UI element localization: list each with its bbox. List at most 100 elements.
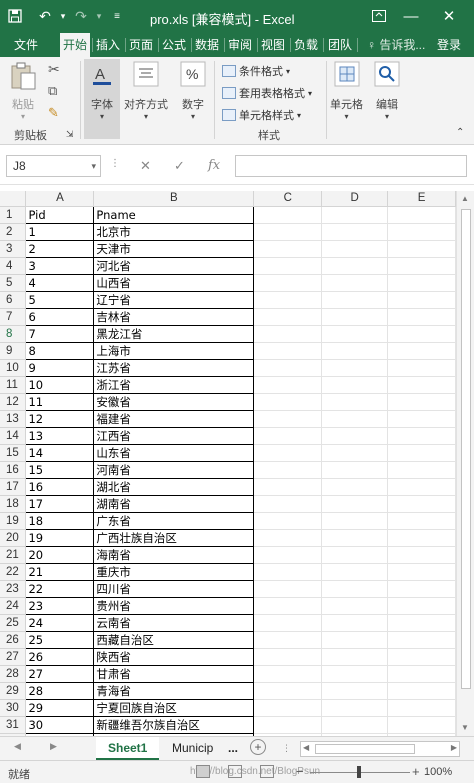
empty-cell[interactable]: [253, 444, 323, 462]
tab-formulas[interactable]: 公式: [160, 33, 188, 57]
cell-pname[interactable]: 辽宁省: [93, 291, 255, 309]
empty-cell[interactable]: [321, 665, 389, 683]
save-icon[interactable]: [6, 7, 24, 25]
cell-pname[interactable]: 天津市: [93, 240, 255, 258]
row-header[interactable]: 2: [0, 223, 27, 241]
format-painter-icon[interactable]: ✎: [48, 105, 59, 121]
cell-pid[interactable]: 17: [25, 495, 95, 513]
row-header[interactable]: 3: [0, 240, 27, 258]
empty-cell[interactable]: [321, 478, 389, 496]
empty-cell[interactable]: [253, 682, 323, 700]
empty-cell[interactable]: [253, 291, 323, 309]
empty-cell[interactable]: [321, 308, 389, 326]
empty-cell[interactable]: [387, 257, 456, 275]
row-header[interactable]: 28: [0, 665, 27, 683]
cell-pname[interactable]: 云南省: [93, 614, 255, 632]
empty-cell[interactable]: [321, 546, 389, 564]
row-header[interactable]: 9: [0, 342, 27, 360]
empty-cell[interactable]: [387, 512, 456, 530]
empty-cell[interactable]: [253, 563, 323, 581]
row-header[interactable]: 29: [0, 682, 27, 700]
empty-cell[interactable]: [387, 597, 456, 615]
sheet-tab-municip[interactable]: Municip: [172, 737, 213, 760]
empty-cell[interactable]: [387, 308, 456, 326]
row-header[interactable]: 14: [0, 427, 27, 445]
row-header[interactable]: 15: [0, 444, 27, 462]
empty-cell[interactable]: [321, 393, 389, 411]
cell-pid[interactable]: 30: [25, 716, 95, 734]
cell-pname[interactable]: 西藏自治区: [93, 631, 255, 649]
empty-cell[interactable]: [387, 478, 456, 496]
row-header[interactable]: 7: [0, 308, 27, 326]
empty-cell[interactable]: [253, 325, 323, 343]
empty-cell[interactable]: [253, 376, 323, 394]
empty-cell[interactable]: [387, 461, 456, 479]
empty-cell[interactable]: [253, 393, 323, 411]
cell-pname[interactable]: 四川省: [93, 580, 255, 598]
empty-cell[interactable]: [387, 427, 456, 445]
empty-cell[interactable]: [253, 512, 323, 530]
cell-pname[interactable]: 陕西省: [93, 648, 255, 666]
empty-cell[interactable]: [387, 325, 456, 343]
empty-cell[interactable]: [387, 648, 456, 666]
row-header[interactable]: 5: [0, 274, 27, 292]
cell-pname[interactable]: 新疆维吾尔族自治区: [93, 716, 255, 734]
cell-pid[interactable]: 20: [25, 546, 95, 564]
cell-pname[interactable]: 海南省: [93, 546, 255, 564]
hscroll-thumb[interactable]: [315, 744, 415, 754]
empty-cell[interactable]: [253, 223, 323, 241]
cell-pname[interactable]: 湖南省: [93, 495, 255, 513]
empty-cell[interactable]: [253, 631, 323, 649]
cell-pname[interactable]: 山东省: [93, 444, 255, 462]
undo-icon[interactable]: ↶: [36, 7, 54, 25]
empty-cell[interactable]: [253, 580, 323, 598]
format-as-table-button[interactable]: 套用表格格式 ▾: [222, 85, 312, 101]
cell-pname[interactable]: 湖北省: [93, 478, 255, 496]
name-box[interactable]: J8 ▾: [6, 155, 101, 177]
conditional-format-button[interactable]: 条件格式 ▾: [222, 63, 290, 79]
tab-home[interactable]: 开始: [60, 33, 90, 57]
empty-cell[interactable]: [253, 648, 323, 666]
row-header[interactable]: 1: [0, 206, 27, 224]
empty-cell[interactable]: [387, 546, 456, 564]
normal-view-icon[interactable]: [196, 765, 210, 778]
cell-pid[interactable]: 10: [25, 376, 95, 394]
signin-link[interactable]: 登录: [435, 33, 463, 57]
row-header[interactable]: 26: [0, 631, 27, 649]
number-button[interactable]: % 数字 ▾: [180, 61, 206, 121]
empty-cell[interactable]: [253, 342, 323, 360]
zoom-out-icon[interactable]: −: [296, 764, 304, 779]
column-header[interactable]: E: [387, 191, 456, 207]
zoom-slider-knob[interactable]: [357, 766, 361, 778]
cell-pid[interactable]: 27: [25, 665, 95, 683]
insert-function-icon[interactable]: fx: [208, 158, 220, 173]
row-header[interactable]: 30: [0, 699, 27, 717]
cell-pname[interactable]: 广东省: [93, 512, 255, 530]
page-break-view-icon[interactable]: [260, 765, 274, 778]
empty-cell[interactable]: [253, 614, 323, 632]
empty-cell[interactable]: [321, 682, 389, 700]
zoom-level[interactable]: 100%: [424, 766, 452, 778]
cell-pname[interactable]: 山西省: [93, 274, 255, 292]
cut-icon[interactable]: ✂: [48, 61, 60, 78]
scroll-left-icon[interactable]: ◀: [303, 743, 309, 752]
row-header[interactable]: 19: [0, 512, 27, 530]
empty-cell[interactable]: [387, 529, 456, 547]
font-button[interactable]: A 字体 ▾: [84, 59, 120, 139]
row-header[interactable]: 10: [0, 359, 27, 377]
minimize-icon[interactable]: —: [398, 4, 424, 28]
empty-cell[interactable]: [253, 699, 323, 717]
tab-view[interactable]: 视图: [259, 33, 287, 57]
add-sheet-icon[interactable]: +: [250, 739, 266, 755]
empty-cell[interactable]: [387, 716, 456, 734]
cell-pname[interactable]: Pname: [93, 206, 255, 224]
cell-styles-button[interactable]: 单元格样式 ▾: [222, 107, 301, 123]
sheet-tab-sheet1[interactable]: Sheet1: [96, 737, 160, 760]
cell-pname[interactable]: 安徽省: [93, 393, 255, 411]
cell-pname[interactable]: 宁夏回族自治区: [93, 699, 255, 717]
alignment-button[interactable]: 对齐方式 ▾: [124, 61, 168, 121]
cell-pname[interactable]: 江西省: [93, 427, 255, 445]
formula-input[interactable]: [235, 155, 467, 177]
empty-cell[interactable]: [253, 546, 323, 564]
row-header[interactable]: 24: [0, 597, 27, 615]
